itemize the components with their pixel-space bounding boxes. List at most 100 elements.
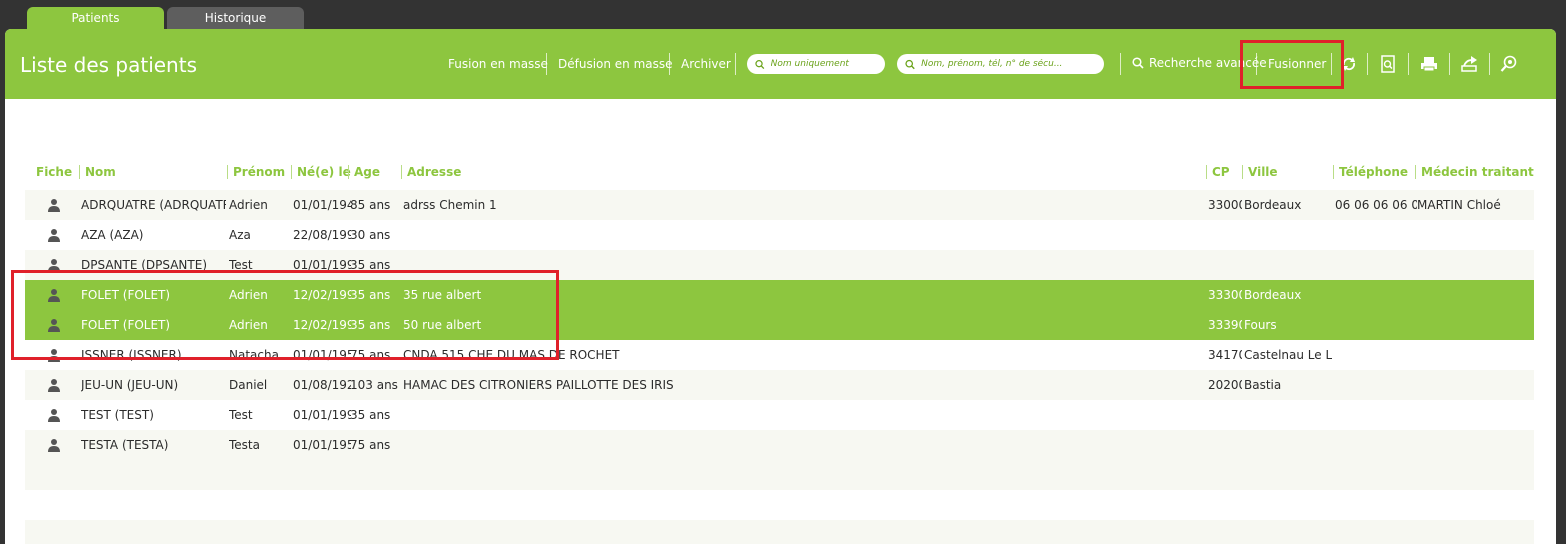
cell-prenom: Test [229, 258, 253, 272]
cell-ville: Bordeaux [1244, 288, 1302, 302]
cell-prenom: Testa [229, 438, 260, 452]
cell-nom: TEST (TEST) [81, 408, 154, 422]
col-cp[interactable]: CP [1206, 165, 1230, 179]
search-icon [755, 59, 765, 69]
table-row[interactable]: TEST (TEST) Test 01/01/199035 ans [25, 400, 1534, 430]
search-full-input[interactable] [921, 59, 1104, 69]
fusionner-button[interactable]: Fusionner [1268, 57, 1326, 71]
cell-cp: 33000 [1208, 198, 1242, 212]
toolbar-divider [546, 53, 547, 75]
table-body: ADRQUATRE (ADRQUATRE)Adrien01/01/194085 … [25, 190, 1534, 460]
cell-naissance: 01/01/1990 [293, 258, 351, 272]
cell-prenom: Adrien [229, 288, 268, 302]
table-row[interactable]: ISSNER (ISSNER) Natacha 01/01/195075 ans CN… [25, 340, 1534, 370]
toolbar-divider [1449, 53, 1450, 75]
cell-nom: TESTA (TESTA) [81, 438, 169, 452]
search-icon [1132, 57, 1144, 69]
col-naissance[interactable]: Né(e) le [291, 165, 351, 179]
cell-nom: DPSANTE (DPSANTE) [81, 258, 208, 272]
table-row[interactable]: FOLET (FOLET) Adrien 12/02/199035 ans 35 ru… [25, 280, 1534, 310]
person-icon[interactable] [47, 198, 61, 212]
cell-nom: ISSNER (ISSNER) [81, 348, 182, 362]
fusion-en-masse-button[interactable]: Fusion en masse [448, 57, 548, 71]
cell-adresse: CNDA 515 CHE DU MAS DE ROCHET [403, 348, 620, 362]
search-full-box [897, 54, 1104, 74]
person-icon[interactable] [47, 228, 61, 242]
table-row[interactable]: TESTA (TESTA) Testa 01/01/195075 ans [25, 430, 1534, 460]
document-search-icon[interactable] [1378, 54, 1398, 74]
person-icon[interactable] [47, 408, 61, 422]
table-row-empty [25, 520, 1534, 544]
cell-prenom: Adrien [229, 318, 268, 332]
cell-age: 75 ans [350, 348, 391, 362]
cell-adresse: adrss Chemin 1 [403, 198, 497, 212]
toolbar-divider [1408, 53, 1409, 75]
col-adresse[interactable]: Adresse [401, 165, 461, 179]
cell-age: 35 ans [350, 258, 391, 272]
search-icon [905, 59, 915, 69]
toolbar-divider [1120, 53, 1121, 75]
patients-panel: Liste des patients Fusion en masse Défus… [5, 29, 1556, 544]
cell-nom: ADRQUATRE (ADRQUATRE) [81, 198, 226, 212]
cell-nom: JEU-UN (JEU-UN) [81, 378, 179, 392]
cell-ville: Bastia [1244, 378, 1282, 392]
table-row[interactable]: DPSANTE (DPSANTE) Test 01/01/199035 ans [25, 250, 1534, 280]
person-icon[interactable] [47, 438, 61, 452]
toolbar-divider [1256, 53, 1257, 75]
col-age[interactable]: Age [348, 165, 380, 179]
table-row-empty [25, 460, 1534, 490]
toolbar-divider [1489, 53, 1490, 75]
cell-age: 75 ans [350, 438, 391, 452]
tab-historique[interactable]: Historique [167, 7, 304, 29]
cell-ville: Bordeaux [1244, 198, 1302, 212]
tab-bar: Patients Historique [27, 7, 304, 29]
col-ville[interactable]: Ville [1242, 165, 1278, 179]
table-row-empty [25, 490, 1534, 520]
cell-ville: Castelnau Le Lez [1244, 348, 1332, 362]
person-icon[interactable] [47, 258, 61, 272]
person-icon[interactable] [47, 378, 61, 392]
page-title: Liste des patients [20, 53, 197, 77]
cell-prenom: Test [229, 408, 253, 422]
cell-prenom: Daniel [229, 378, 268, 392]
person-icon[interactable] [47, 318, 61, 332]
table-row[interactable]: FOLET (FOLET) Adrien 12/02/199035 ans 50 ru… [25, 310, 1534, 340]
table-header: Fiche Nom Prénom Né(e) le Age Adresse CP… [25, 154, 1534, 190]
print-icon[interactable] [1419, 54, 1439, 74]
toolbar-divider [1367, 53, 1368, 75]
search-name-box [747, 54, 885, 74]
share-icon[interactable] [1459, 54, 1479, 74]
cell-naissance: 01/08/1922 [293, 378, 351, 392]
tab-patients[interactable]: Patients [27, 7, 164, 29]
cell-naissance: 22/08/1995 [293, 228, 351, 242]
toolbar: Liste des patients Fusion en masse Défus… [5, 29, 1556, 99]
cell-naissance: 01/01/1950 [293, 348, 351, 362]
person-icon[interactable] [47, 348, 61, 362]
cell-prenom: Natacha [229, 348, 279, 362]
cell-age: 85 ans [350, 198, 391, 212]
zoom-search-icon[interactable] [1499, 54, 1519, 74]
refresh-icon[interactable] [1339, 54, 1359, 74]
cell-age: 35 ans [350, 318, 391, 332]
table-row[interactable]: AZA (AZA) Aza 22/08/199530 ans [25, 220, 1534, 250]
person-icon[interactable] [47, 288, 61, 302]
toolbar-divider [669, 53, 670, 75]
archiver-button[interactable]: Archiver [681, 57, 731, 71]
table-row[interactable]: ADRQUATRE (ADRQUATRE)Adrien 01/01/194085 … [25, 190, 1534, 220]
cell-cp: 34170 [1208, 348, 1242, 362]
col-fiche[interactable]: Fiche [36, 165, 72, 179]
defusion-en-masse-button[interactable]: Défusion en masse [558, 57, 673, 71]
search-name-input[interactable] [770, 59, 885, 69]
col-medecin[interactable]: Médecin traitant [1415, 165, 1534, 179]
col-prenom[interactable]: Prénom [227, 165, 285, 179]
cell-age: 35 ans [350, 408, 391, 422]
cell-cp: 33390 [1208, 318, 1242, 332]
cell-medecin: MARTIN Chloé [1417, 198, 1501, 212]
cell-age: 35 ans [350, 288, 391, 302]
cell-cp: 33300 [1208, 288, 1242, 302]
recherche-avancee-button[interactable]: Recherche avancée [1132, 56, 1267, 70]
col-telephone[interactable]: Téléphone [1333, 165, 1408, 179]
col-nom[interactable]: Nom [79, 165, 116, 179]
cell-prenom: Aza [229, 228, 251, 242]
table-row[interactable]: JEU-UN (JEU-UN) Daniel 01/08/1922103 ans HA… [25, 370, 1534, 400]
